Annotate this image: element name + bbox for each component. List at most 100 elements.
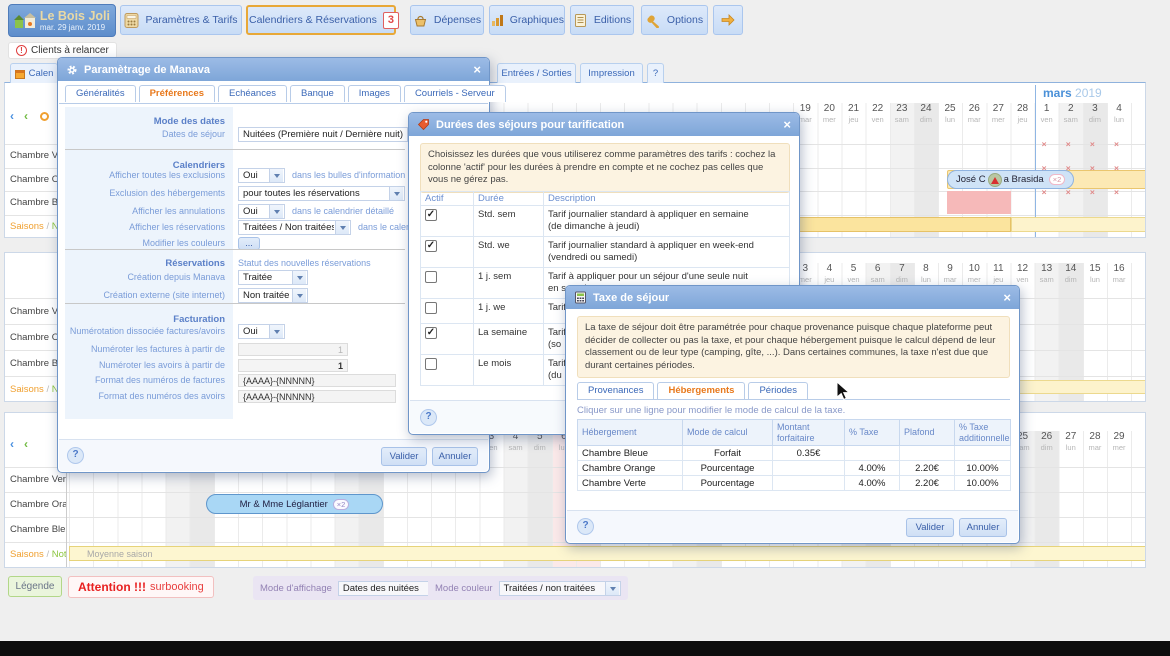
numerotation-select[interactable]: Oui [238,324,285,339]
color-mode-select[interactable]: Traitées / non traitées [499,581,621,596]
cancel-button[interactable]: Annuler [432,447,478,466]
tab-hebergements[interactable]: Hébergements [657,382,745,399]
day-column[interactable]: 7dim [890,263,914,284]
charts-button[interactable]: Graphiques [489,5,565,35]
checkbox[interactable]: ✓ [425,240,437,252]
day-column[interactable]: 3dim [1083,103,1107,124]
day-column[interactable]: 6sam [866,263,890,284]
table-row[interactable]: Chambre VertePourcentage4.00%2.20€10.00% [578,476,1011,491]
chevron-down-icon[interactable] [269,205,283,218]
day-column[interactable]: 8lun [914,263,938,284]
day-column[interactable]: 26mar [962,103,986,124]
tab-preferences[interactable]: Préférences [139,85,215,102]
table-row[interactable]: Chambre OrangePourcentage4.00%2.20€10.00… [578,461,1011,476]
chevron-down-icon[interactable] [269,169,283,182]
credit-start-input[interactable]: 1 [238,359,348,372]
chevron-down-icon[interactable] [292,271,306,284]
checkbox[interactable]: ✓ [425,327,437,339]
chevron-down-icon[interactable] [335,221,349,234]
reservation-bar-jose[interactable]: José Ca Brasida×2 [947,170,1074,189]
day-column[interactable]: 28jeu [1011,103,1035,124]
day-column[interactable]: 15lun [1083,263,1107,284]
day-column[interactable]: 13sam [1035,263,1059,284]
next-arrow-button[interactable] [713,5,743,35]
options-button[interactable]: Options [641,5,708,35]
day-column[interactable]: 10mer [962,263,986,284]
today-icon[interactable] [40,112,49,121]
chevron-down-icon[interactable] [389,187,403,200]
close-icon[interactable]: × [783,118,791,131]
tab-courriels-serveur[interactable]: Courriels - Serveur [404,85,506,102]
tab-echeances[interactable]: Echéances [218,85,287,102]
reservation-bar-leglantier[interactable]: Mr & Mme Léglantier×2 [206,494,383,514]
day-column[interactable]: 23sam [890,103,914,124]
help-button[interactable]: ? [67,447,84,464]
close-icon[interactable]: × [473,63,481,76]
duration-row[interactable]: ✓Std. semTarif journalier standard à app… [421,206,790,237]
checkbox[interactable] [425,271,437,283]
modify-colors-button[interactable]: ... [238,237,260,250]
table-row[interactable]: Chambre BleueForfait0.35€ [578,446,1011,461]
invoice-start-input[interactable]: 1 [238,343,348,356]
nav-back-icon[interactable]: ‹ [10,111,14,121]
day-column[interactable]: 29mer [1107,431,1131,452]
validate-button[interactable]: Valider [906,518,954,537]
expenses-button[interactable]: Dépenses [410,5,484,35]
day-column[interactable]: 21jeu [842,103,866,124]
durations-dialog-header[interactable]: Durées des séjours pour tarification × [409,113,799,136]
checkbox[interactable] [425,302,437,314]
day-column[interactable]: 1ven [1035,103,1059,124]
duration-row[interactable]: ✓Std. weTarif journalier standard à appl… [421,237,790,268]
tab-images[interactable]: Images [348,85,401,102]
exclusions-select[interactable]: Oui [238,168,285,183]
validate-button[interactable]: Valider [381,447,427,466]
tab-provenances[interactable]: Provenances [577,382,654,399]
tab-banque[interactable]: Banque [290,85,345,102]
help-button[interactable]: ? [420,409,437,426]
day-column[interactable]: 20mer [817,103,841,124]
settings-dialog-header[interactable]: Paramètrage de Manava × [58,58,489,81]
calendars-reservations-button[interactable]: 13 Calendriers & Réservations 3 [246,5,396,35]
tab-periodes[interactable]: Périodes [748,382,808,399]
day-column[interactable]: 4lun [1107,103,1131,124]
day-column[interactable]: 22ven [866,103,890,124]
cancel-button[interactable]: Annuler [959,518,1007,537]
tab-calendar[interactable]: Calen [10,63,58,83]
day-column[interactable]: 2sam [1059,103,1083,124]
nav-back-icon[interactable]: ‹ [10,439,14,449]
creation-manava-select[interactable]: Traitée [238,270,308,285]
checkbox[interactable] [425,358,437,370]
reservations-display-select[interactable]: Traitées / Non traitées [238,220,351,235]
day-column[interactable]: 24dim [914,103,938,124]
close-icon[interactable]: × [1003,291,1011,304]
day-column[interactable]: 9mar [938,263,962,284]
day-column[interactable]: 5ven [842,263,866,284]
legend-button[interactable]: Légende [8,576,62,597]
chevron-down-icon[interactable] [292,289,306,302]
app-logo[interactable]: Le Bois Joli mar. 29 janv. 2019 [8,4,116,37]
tab-help[interactable]: ? [647,63,664,83]
chevron-down-icon[interactable] [269,325,283,338]
day-column[interactable]: 27mer [986,103,1010,124]
tax-dialog-header[interactable]: Taxe de séjour × [566,286,1019,309]
tab-generalites[interactable]: Généralités [65,85,136,102]
creation-externe-select[interactable]: Non traitée [238,288,308,303]
help-button[interactable]: ? [577,518,594,535]
dates-sejour-select[interactable]: Nuitées (Première nuit / Dernière nuit) [238,127,423,142]
day-column[interactable]: 14dim [1059,263,1083,284]
invoice-format-input[interactable]: {AAAA}-{NNNNN} [238,374,396,387]
tab-print[interactable]: Impression [580,63,643,83]
day-column[interactable]: 28mar [1083,431,1107,452]
day-column[interactable]: 16mar [1107,263,1131,284]
nav-back-fast-icon[interactable]: ‹ [24,111,28,121]
chevron-down-icon[interactable] [605,582,619,595]
day-column[interactable]: 25lun [938,103,962,124]
annulations-select[interactable]: Oui [238,204,285,219]
exclusion-hebergements-select[interactable]: pour toutes les réservations [238,186,405,201]
day-column[interactable]: 12ven [1011,263,1035,284]
day-column[interactable]: 26dim [1035,431,1059,452]
editions-button[interactable]: Editions [570,5,634,35]
nav-back-fast-icon[interactable]: ‹ [24,439,28,449]
checkbox[interactable]: ✓ [425,209,437,221]
credit-format-input[interactable]: {AAAA}-{NNNNN} [238,390,396,403]
